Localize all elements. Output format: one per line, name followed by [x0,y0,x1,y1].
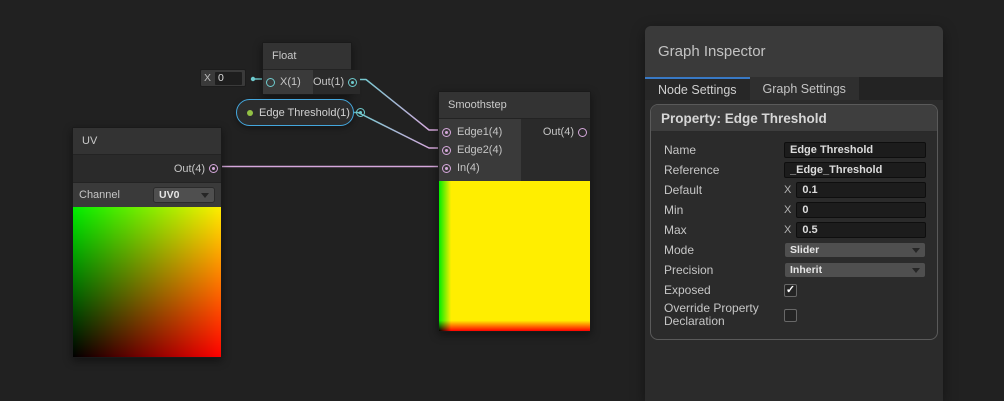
uv-channel-label: Channel [79,189,120,201]
name-input[interactable] [784,142,926,158]
node-float-title[interactable]: Float [263,43,351,70]
node-smoothstep-title[interactable]: Smoothstep [439,92,590,119]
graph-inspector-panel: Graph Inspector Node Settings Graph Sett… [645,26,943,401]
min-x-axis-label: X [784,204,792,216]
port-in-label: In(4) [457,162,480,174]
tabbar-filler [858,77,943,100]
min-label: Min [664,202,684,217]
uv-output-slot: Out(4) [73,155,221,183]
precision-value: Inherit [790,264,823,276]
override-label: Override Property Declaration [664,301,759,328]
override-checkbox[interactable] [784,308,797,322]
float-x-default-field: X 0 [200,69,246,87]
graph-inspector-header[interactable]: Graph Inspector [645,26,943,77]
port-float-x-label: X(1) [280,76,301,88]
precision-dropdown[interactable]: Inherit [784,262,926,278]
row-override: Override Property Declaration [651,300,937,330]
port-smoothstep-out[interactable] [578,127,587,137]
port-uv-out-label: Out(4) [173,162,205,175]
port-edge2-label: Edge2(4) [457,144,503,156]
chevron-down-icon [201,192,209,198]
reference-label: Reference [664,162,720,177]
reference-input[interactable] [784,162,926,178]
min-value-input[interactable] [796,202,926,218]
name-label: Name [664,142,697,157]
inspector-tabbar: Node Settings Graph Settings [645,77,943,100]
precision-label: Precision [664,262,714,277]
default-x-axis-label: X [784,184,792,196]
smoothstep-input-edge2: Edge2(4) [439,141,521,159]
smoothstep-input-in: In(4) [439,159,521,177]
uv-node-preview [73,207,221,357]
port-edge1-label: Edge1(4) [457,126,503,138]
mode-dropdown[interactable]: Slider [784,242,926,258]
port-uv-out[interactable] [209,164,218,173]
port-float-out[interactable] [348,77,358,87]
mode-label: Mode [664,242,695,257]
smoothstep-ports: Edge1(4) Edge2(4) In(4) Out(4) [439,119,590,181]
node-float[interactable]: Float X(1) Out(1) [262,42,361,95]
smoothstep-output-column: Out(4) [521,119,590,181]
tab-node-settings[interactable]: Node Settings [645,77,750,100]
port-edge2-input[interactable] [442,145,451,155]
property-settings-container: Property: Edge Threshold Name Reference … [650,104,938,340]
chevron-down-icon [912,247,920,253]
row-exposed: Exposed ✓ [651,280,937,300]
port-edge1-input[interactable] [442,127,451,137]
property-header: Property: Edge Threshold [651,105,937,132]
mode-value: Slider [790,244,820,256]
chevron-down-icon [912,267,920,273]
port-float-out-label: Out(1) [313,76,345,88]
float-input-slot: X(1) [263,70,313,94]
row-default: Default X [651,180,937,200]
row-precision: Precision Inherit [651,260,937,280]
port-float-x-input[interactable] [266,77,275,87]
smoothstep-input-edge1: Edge1(4) [439,123,521,141]
default-label: Default [664,182,703,197]
port-smoothstep-out-label: Out(4) [542,126,574,138]
tab-graph-settings[interactable]: Graph Settings [749,77,859,100]
graph-inspector-title: Graph Inspector [658,43,766,60]
exposed-dot-icon [247,109,253,116]
property-node-edge-threshold[interactable]: Edge Threshold(1) [236,99,365,126]
max-label: Max [664,222,687,237]
max-x-axis-label: X [784,224,792,236]
smoothstep-input-column: Edge1(4) Edge2(4) In(4) [439,119,521,181]
row-name: Name [651,140,937,160]
max-value-input[interactable] [796,222,926,238]
port-edge-threshold-out[interactable] [355,108,365,117]
property-node-label: Edge Threshold(1) [259,106,350,119]
smoothstep-output-slot: Out(4) [543,123,587,141]
x-axis-label: X [204,72,212,84]
float-x-value-input[interactable]: 0 [215,71,242,85]
row-reference: Reference [651,160,937,180]
exposed-checkbox[interactable]: ✓ [784,283,797,297]
node-uv[interactable]: UV Out(4) Channel UV0 [72,127,222,358]
row-mode: Mode Slider [651,240,937,260]
node-smoothstep[interactable]: Smoothstep Edge1(4) Edge2(4) In(4) Out(4… [438,91,591,332]
uv-channel-row: Channel UV0 [73,183,221,207]
exposed-label: Exposed [664,282,711,297]
row-max: Max X [651,220,937,240]
uv-channel-value: UV0 [159,189,180,201]
port-in-input[interactable] [442,163,451,173]
float-output-slot: Out(1) [313,70,361,94]
default-value-input[interactable] [796,182,926,198]
smoothstep-node-preview [439,181,590,331]
wire-threshold-to-edge2[interactable] [341,111,443,149]
row-min: Min X [651,200,937,220]
node-uv-title[interactable]: UV [73,128,221,155]
node-float-body: X(1) Out(1) [263,70,361,94]
uv-channel-dropdown[interactable]: UV0 [153,187,215,203]
